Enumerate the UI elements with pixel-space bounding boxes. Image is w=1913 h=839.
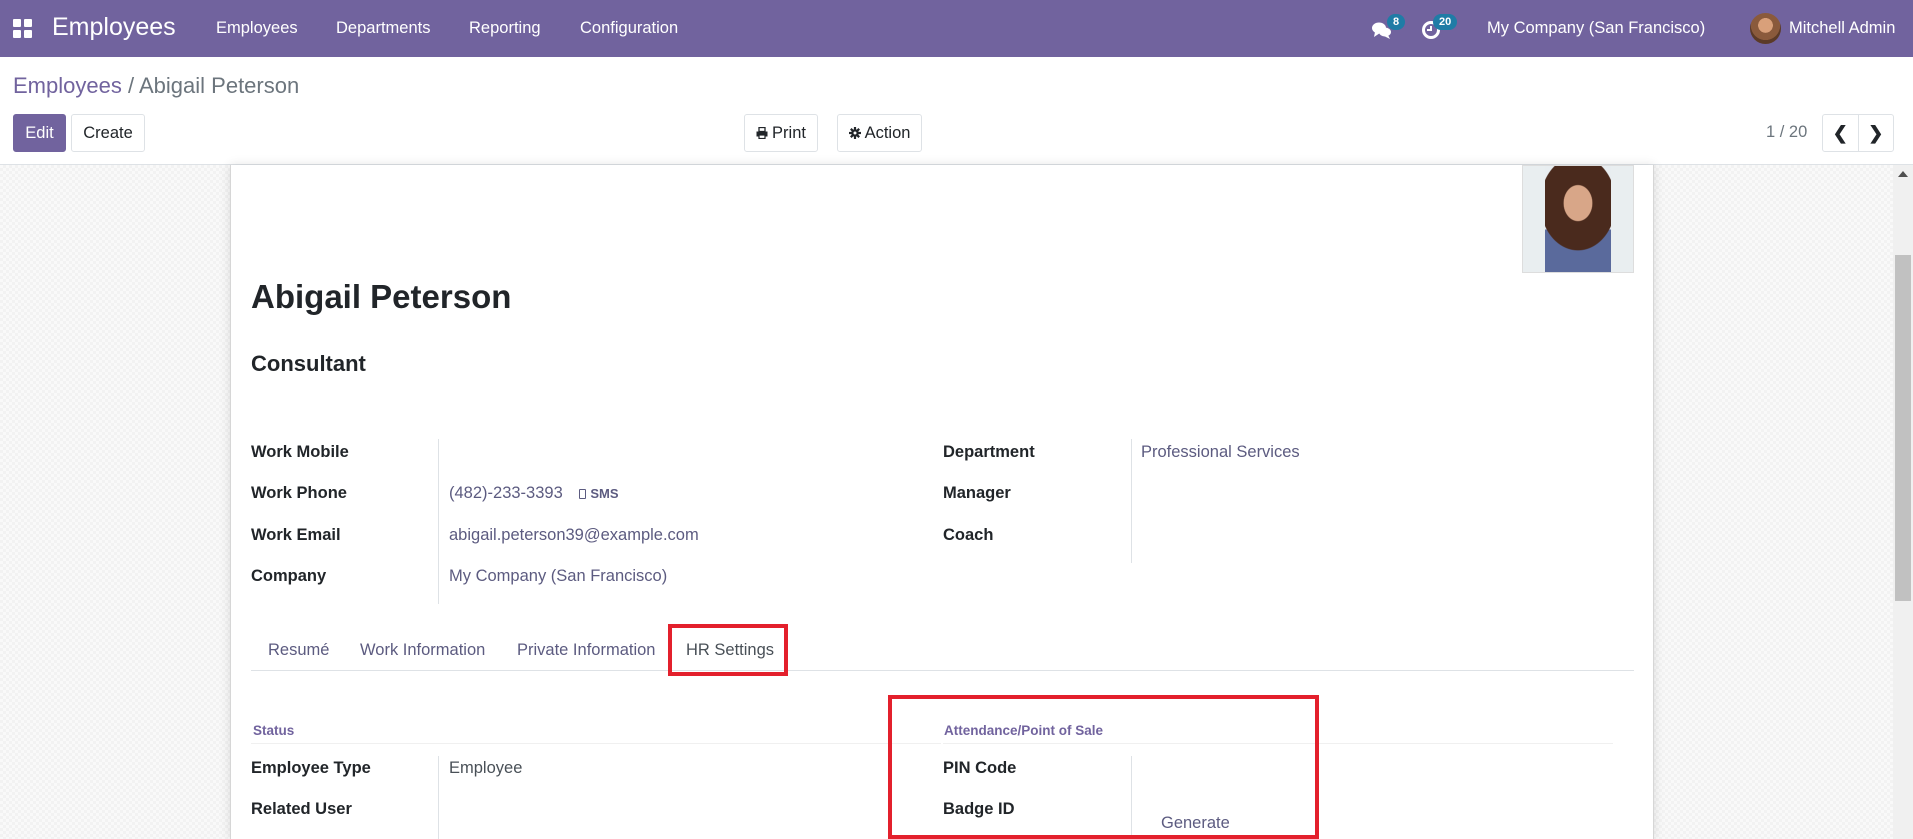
coach-label: Coach <box>943 526 994 544</box>
employee-type-value[interactable]: Employee <box>449 759 522 778</box>
chevron-left-icon: ❮ <box>1832 122 1848 143</box>
highlight-attendance-section <box>888 695 1319 839</box>
job-title: Consultant <box>251 351 366 376</box>
edit-button[interactable]: Edit <box>13 114 66 152</box>
scroll-up-arrow-icon[interactable] <box>1898 171 1908 177</box>
control-panel: Employees / Abigail Peterson Edit Create… <box>0 57 1913 165</box>
messages-button[interactable]: 8 <box>1369 14 1406 42</box>
field-divider <box>438 756 439 839</box>
gear-icon <box>848 127 861 139</box>
action-label: Action <box>864 123 911 142</box>
company-label: Company <box>251 567 327 585</box>
menu-departments[interactable]: Departments <box>336 19 430 38</box>
menu-reporting[interactable]: Reporting <box>469 19 541 38</box>
tab-private-information[interactable]: Private Information <box>517 641 655 660</box>
messages-badge: 8 <box>1387 14 1406 30</box>
mobile-icon <box>579 489 587 499</box>
field-divider <box>1131 439 1132 563</box>
print-button[interactable]: Print <box>744 114 818 152</box>
work-phone-value: (482)-233-3393 SMS <box>449 484 619 503</box>
company-value[interactable]: My Company (San Francisco) <box>449 567 667 586</box>
related-user-label: Related User <box>251 800 352 818</box>
work-phone-label: Work Phone <box>251 484 347 502</box>
pager-previous-button[interactable]: ❮ <box>1823 115 1859 151</box>
employee-photo[interactable] <box>1522 165 1634 273</box>
highlight-attendance-section-bottom <box>888 835 1319 839</box>
work-phone-link[interactable]: (482)-233-3393 <box>449 484 563 502</box>
employee-name: Abigail Peterson <box>251 278 512 315</box>
status-section-title: Status <box>253 723 295 738</box>
sms-button[interactable]: SMS <box>579 486 619 501</box>
print-label: Print <box>772 123 806 142</box>
field-divider <box>438 439 439 604</box>
pager-buttons: ❮ ❯ <box>1822 114 1894 152</box>
top-navbar: Employees Employees Departments Reportin… <box>0 0 1913 57</box>
section-divider <box>251 743 941 744</box>
vertical-scrollbar[interactable] <box>1893 165 1913 839</box>
apps-menu-icon[interactable] <box>13 19 32 38</box>
print-icon <box>756 127 768 139</box>
work-email-value[interactable]: abigail.peterson39@example.com <box>449 526 699 545</box>
app-name[interactable]: Employees <box>52 13 176 42</box>
create-button[interactable]: Create <box>71 114 145 152</box>
employee-type-label: Employee Type <box>251 759 371 777</box>
breadcrumb-separator: / <box>127 73 135 98</box>
tab-resume[interactable]: Resumé <box>268 641 329 660</box>
sms-label: SMS <box>590 486 619 501</box>
activities-button[interactable]: 20 <box>1420 14 1460 42</box>
form-sheet: Abigail Peterson Consultant Work Mobile … <box>230 165 1654 839</box>
pager-value[interactable]: 1 / 20 <box>1766 123 1807 142</box>
breadcrumb-current: Abigail Peterson <box>139 73 300 98</box>
menu-configuration[interactable]: Configuration <box>580 19 678 38</box>
scrollbar-thumb[interactable] <box>1895 255 1911 601</box>
activities-badge: 20 <box>1433 14 1458 30</box>
work-mobile-label: Work Mobile <box>251 443 349 461</box>
menu-employees[interactable]: Employees <box>216 19 298 38</box>
breadcrumb-employees[interactable]: Employees <box>13 73 122 98</box>
pager-next-button[interactable]: ❯ <box>1859 115 1894 151</box>
user-menu[interactable]: Mitchell Admin <box>1789 19 1895 38</box>
chevron-right-icon: ❯ <box>1868 122 1884 143</box>
company-switcher[interactable]: My Company (San Francisco) <box>1487 19 1705 38</box>
tab-divider <box>251 670 1634 671</box>
highlight-hr-settings-tab <box>668 624 788 676</box>
work-email-label: Work Email <box>251 526 341 544</box>
tab-work-information[interactable]: Work Information <box>360 641 485 660</box>
manager-label: Manager <box>943 484 1011 502</box>
department-label: Department <box>943 443 1035 461</box>
breadcrumb: Employees / Abigail Peterson <box>13 73 299 99</box>
action-button[interactable]: Action <box>837 114 922 152</box>
department-value[interactable]: Professional Services <box>1141 443 1300 462</box>
form-view: Abigail Peterson Consultant Work Mobile … <box>0 165 1893 839</box>
user-avatar[interactable] <box>1750 13 1781 44</box>
